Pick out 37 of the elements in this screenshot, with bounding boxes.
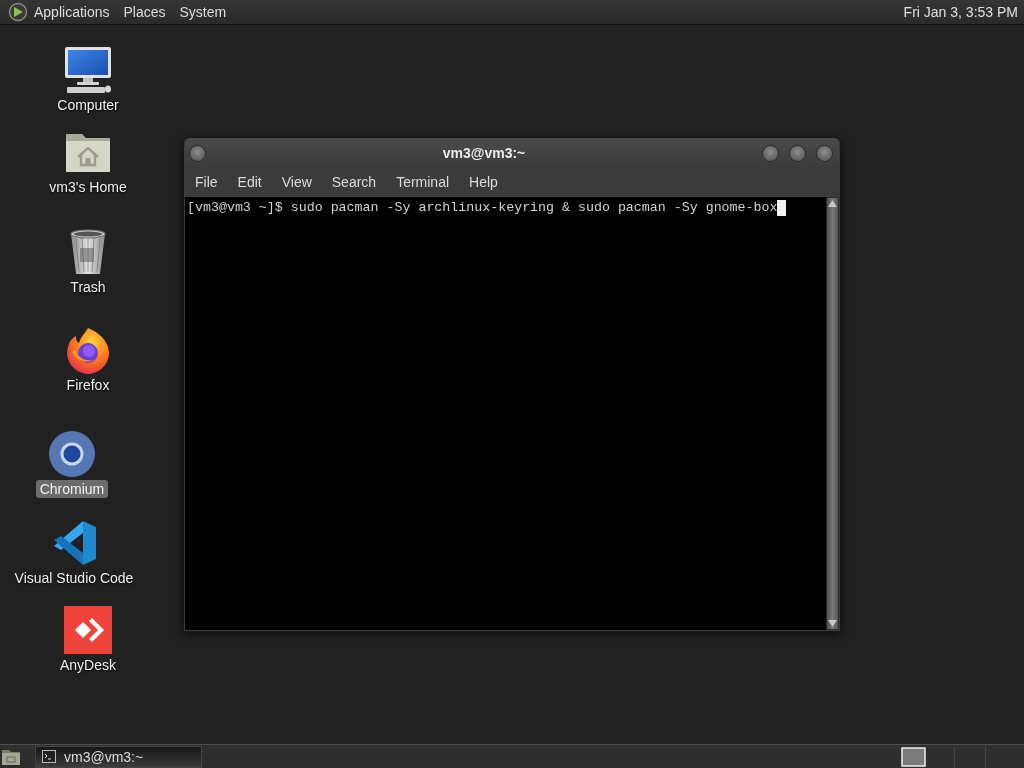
folder-icon[interactable] <box>1 747 21 766</box>
desktop-icon-label[interactable]: Firefox <box>62 376 114 394</box>
panel-menu[interactable]: System <box>175 2 231 22</box>
workspace-switcher[interactable] <box>901 746 926 767</box>
terminal-area[interactable]: [vm3@vm3 ~]$ sudo pacman -Sy archlinux-keyring & sudo pacman -Sy gnome-box <box>185 197 826 630</box>
window-thumbnail-icon <box>901 746 926 767</box>
menu-item[interactable]: File <box>185 171 228 193</box>
down-arrow-icon[interactable] <box>828 620 837 627</box>
panel-menu[interactable]: Places <box>119 2 170 22</box>
terminal-line: [vm3@vm3 ~]$ sudo pacman -Sy archlinux-keyring & sudo pacman -Sy gnome-box <box>187 199 778 216</box>
taskbar-button[interactable]: vm3@vm3:~ <box>35 745 202 768</box>
desktop-icon-label[interactable]: Computer <box>53 96 123 114</box>
anydesk-icon[interactable] <box>64 606 112 654</box>
play-circle-icon[interactable] <box>8 2 28 22</box>
desktop-icon-label[interactable]: vm3's Home <box>45 178 131 196</box>
chromium-icon[interactable] <box>48 430 96 478</box>
desktop-icon-label[interactable]: AnyDesk <box>56 656 120 674</box>
window-control-button[interactable] <box>762 144 779 162</box>
menu-item[interactable]: View <box>271 171 322 193</box>
firefox-icon[interactable] <box>64 326 112 374</box>
terminal-icon <box>42 750 56 763</box>
desktop-icon-label[interactable]: Chromium <box>35 480 109 498</box>
menu-item[interactable]: Search <box>321 171 387 193</box>
desktop-icon-label[interactable]: Trash <box>66 278 110 296</box>
window-title: vm3@vm3:~ <box>441 145 527 161</box>
menu-item[interactable]: Edit <box>227 171 272 193</box>
panel-menu[interactable]: Applications <box>30 2 114 22</box>
window-control-button[interactable] <box>789 144 806 162</box>
window-menu-button[interactable] <box>189 144 206 162</box>
computer-icon[interactable] <box>64 46 112 94</box>
menu-item[interactable]: Terminal <box>386 171 460 193</box>
scrollbar[interactable] <box>826 197 839 630</box>
clock[interactable]: Fri Jan 3, 3:53 PM <box>903 4 1018 20</box>
desktop-icon-label[interactable]: Visual Studio Code <box>10 569 138 587</box>
menu-item[interactable]: Help <box>459 171 508 193</box>
window-control-button[interactable] <box>816 144 833 162</box>
up-arrow-icon[interactable] <box>828 200 837 207</box>
